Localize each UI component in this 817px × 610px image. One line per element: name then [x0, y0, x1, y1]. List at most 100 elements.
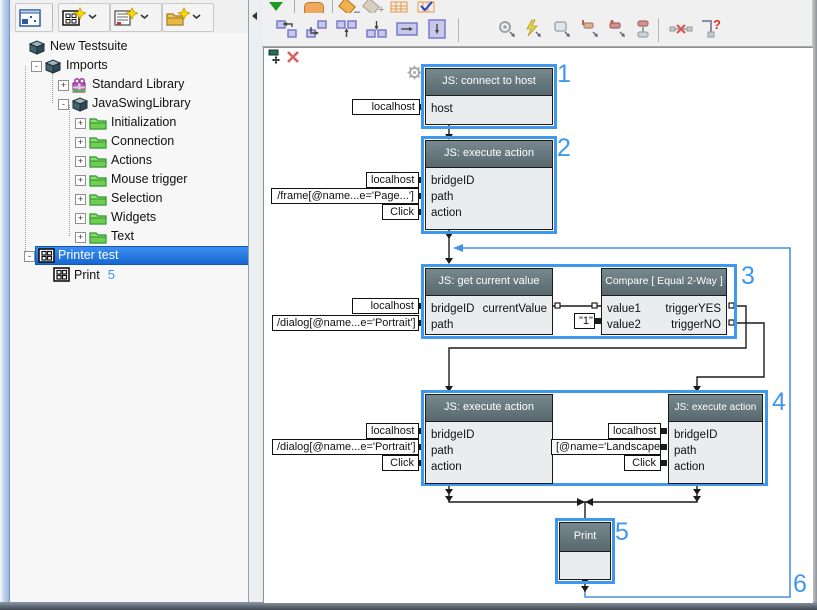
input-box-exec2-bridge[interactable]: localhost: [366, 423, 419, 439]
tree-row[interactable]: + Selection: [10, 189, 248, 208]
tree-row[interactable]: - JavaSwingLibrary: [10, 94, 248, 113]
node-js-execute-action-3[interactable]: JS: execute action bridgeID path action: [668, 394, 763, 484]
node-swap-vertical-button[interactable]: [424, 16, 450, 42]
node-title[interactable]: JS: connect to host: [426, 69, 552, 96]
tree-row[interactable]: + Standard Library: [10, 75, 248, 94]
input-box-exec1-bridge[interactable]: localhost: [366, 172, 419, 188]
tree-expander[interactable]: +: [75, 156, 86, 167]
node-title[interactable]: JS: get current value: [426, 269, 552, 296]
tree-expander[interactable]: +: [75, 213, 86, 224]
delete-node-icon[interactable]: [286, 50, 300, 64]
node-title[interactable]: JS: execute action: [426, 141, 552, 168]
input-box-exec3-path[interactable]: [@name='Landscape']: [551, 439, 661, 455]
new-testcase-dropdown[interactable]: [58, 3, 110, 32]
grid-icon[interactable]: [390, 1, 408, 13]
tree-item-label[interactable]: Actions: [111, 151, 152, 170]
tree-item-label[interactable]: Widgets: [111, 208, 156, 227]
run-icon[interactable]: [269, 2, 283, 11]
node-title[interactable]: Print: [560, 523, 610, 552]
tree-expander[interactable]: +: [58, 80, 69, 91]
param-label: path: [674, 443, 696, 459]
sheet-add-icon: [552, 19, 572, 39]
node-move-down-button[interactable]: [364, 16, 390, 42]
node-js-get-current-value[interactable]: JS: get current value bridgeIDcurrentVal…: [425, 268, 553, 335]
tree-item-label[interactable]: Text: [111, 227, 134, 246]
sidebar-toolbar: [10, 0, 248, 34]
input-box-connect-host[interactable]: localhost: [352, 99, 420, 115]
tree-expander[interactable]: +: [75, 194, 86, 205]
new-sequence-dropdown[interactable]: [110, 3, 162, 32]
tree-row[interactable]: + Initialization: [10, 113, 248, 132]
toolbar-separator: [332, 0, 333, 13]
tree-row-selected[interactable]: - Printer test: [10, 246, 248, 265]
new-package-dropdown[interactable]: [162, 3, 214, 32]
node-insert-after-button[interactable]: [304, 16, 330, 42]
folder-icon: [89, 134, 107, 149]
tree-row[interactable]: + Connection: [10, 132, 248, 151]
tree-item-label[interactable]: JavaSwingLibrary: [92, 94, 191, 113]
input-box-exec1-action[interactable]: Click: [382, 204, 419, 220]
input-box-exec3-bridge[interactable]: localhost: [608, 423, 661, 439]
param-label: bridgeID: [674, 427, 717, 443]
tree-row[interactable]: + Text: [10, 227, 248, 246]
tree-row[interactable]: + Mouse trigger: [10, 170, 248, 189]
tree-item-label[interactable]: Initialization: [111, 113, 176, 132]
tree-item-label[interactable]: Printer test: [58, 246, 118, 265]
main-toolbar-row2: ?: [262, 13, 812, 47]
tree-item-label[interactable]: Standard Library: [92, 75, 184, 94]
tree-row[interactable]: - Imports: [10, 56, 248, 75]
step-marker-5: 5: [615, 520, 629, 545]
lightning-add-button[interactable]: [520, 16, 546, 42]
node-compare-equal-2-way[interactable]: Compare [ Equal 2-Way ] value1triggerYES…: [601, 268, 727, 335]
tag-add-button[interactable]: [604, 16, 630, 42]
node-print[interactable]: Print: [559, 522, 611, 580]
tree-expander[interactable]: +: [75, 175, 86, 186]
tree-item-label[interactable]: Mouse trigger: [111, 170, 187, 189]
tree-item-label[interactable]: New Testsuite: [50, 37, 128, 56]
param-label: currentValue: [483, 301, 547, 317]
node-js-connect-to-host[interactable]: JS: connect to host host: [425, 68, 553, 125]
grid-check-icon[interactable]: [417, 1, 435, 13]
tree-item-label[interactable]: Connection: [111, 132, 174, 151]
tree-expander[interactable]: -: [58, 99, 69, 110]
tree-row[interactable]: New Testsuite: [10, 37, 248, 56]
input-box-exec2-action[interactable]: Click: [382, 455, 419, 471]
node-insert-before-button[interactable]: [274, 16, 300, 42]
tree-item-label[interactable]: Selection: [111, 189, 162, 208]
tree-expander[interactable]: +: [75, 118, 86, 129]
node-title[interactable]: JS: execute action: [669, 395, 762, 422]
tree-item-label[interactable]: Imports: [66, 56, 108, 75]
input-box-exec1-path[interactable]: /frame[@name...e='Page...']: [271, 188, 419, 204]
input-box-exec2-path[interactable]: /dialog[@name...e='Portrait']: [272, 439, 419, 455]
tree-expander[interactable]: -: [31, 61, 42, 72]
tree-row[interactable]: Print5: [10, 265, 248, 284]
select-move-icon[interactable]: [268, 49, 284, 65]
gear-add-button[interactable]: [494, 16, 520, 42]
input-box-compare-value2[interactable]: "1": [574, 313, 595, 329]
input-box-getval-path[interactable]: /dialog[@name...e='Portrait']: [272, 315, 419, 331]
tree-expander[interactable]: +: [75, 137, 86, 148]
link-button[interactable]: [630, 16, 656, 42]
node-swap-horizontal-button[interactable]: [394, 16, 420, 42]
tree-item-label[interactable]: Print5: [74, 265, 115, 285]
node-move-up-button[interactable]: [334, 16, 360, 42]
input-box-exec3-action[interactable]: Click: [624, 455, 661, 471]
node-js-execute-action-2[interactable]: JS: execute action bridgeID path action: [425, 394, 553, 484]
step-marker-3: 3: [741, 264, 755, 289]
tree-expander[interactable]: +: [75, 232, 86, 243]
collapse-left-icon[interactable]: [252, 12, 257, 20]
sheet-add-button[interactable]: [549, 16, 575, 42]
reconnect-question-button[interactable]: ?: [698, 16, 724, 42]
tree-row[interactable]: + Actions: [10, 151, 248, 170]
node-title[interactable]: JS: execute action: [426, 395, 552, 422]
input-box-getval-bridge[interactable]: localhost: [352, 298, 419, 314]
panel-splitter[interactable]: [248, 0, 264, 602]
gear-icon[interactable]: [407, 65, 422, 80]
node-title[interactable]: Compare [ Equal 2-Way ]: [602, 269, 726, 296]
delete-connection-button[interactable]: [668, 16, 694, 42]
tree-expander[interactable]: -: [24, 251, 35, 262]
tree-row[interactable]: + Widgets: [10, 208, 248, 227]
plug-add-button[interactable]: [577, 16, 603, 42]
window-layout-button[interactable]: [15, 3, 53, 32]
node-js-execute-action-1[interactable]: JS: execute action bridgeID path action: [425, 140, 553, 230]
